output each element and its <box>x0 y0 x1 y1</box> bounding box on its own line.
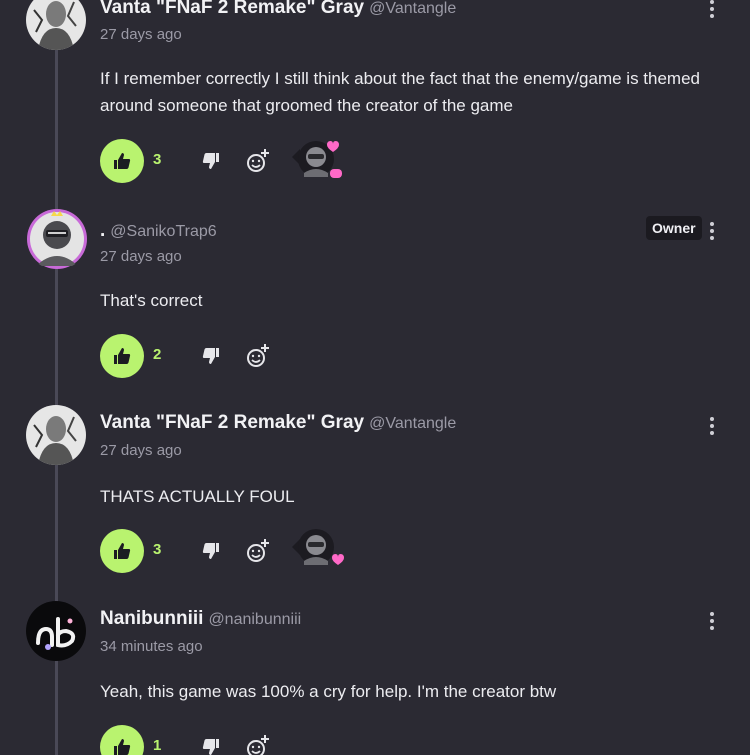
comment-text: If I remember correctly I still think ab… <box>100 69 700 115</box>
comment-actions: 1 <box>100 725 400 755</box>
comment-text: THATS ACTUALLY FOUL <box>100 487 295 506</box>
comment-actions: 3 <box>100 139 400 183</box>
dislike-button[interactable] <box>200 149 222 173</box>
add-reaction-icon <box>247 344 269 367</box>
avatar[interactable] <box>26 208 88 270</box>
comment-actions: 2 <box>100 334 400 378</box>
comment-text: Yeah, this game was 100% a cry for help.… <box>100 682 557 701</box>
kebab-menu-icon <box>710 612 714 616</box>
more-options-button[interactable] <box>700 217 724 245</box>
like-button[interactable] <box>100 725 144 755</box>
add-reaction-button[interactable] <box>246 538 270 564</box>
dislike-button[interactable] <box>200 344 222 368</box>
thumbs-up-icon <box>114 348 131 364</box>
like-count: 3 <box>153 541 162 558</box>
timestamp[interactable]: 27 days ago <box>100 26 182 43</box>
chat-bubble-icon <box>330 169 342 178</box>
thumbs-down-icon <box>202 543 219 559</box>
comment-header: . @SanikoTrap6 <box>100 220 217 242</box>
thumbs-up-icon <box>114 543 131 559</box>
like-count: 3 <box>153 151 162 168</box>
add-reaction-button[interactable] <box>246 148 270 174</box>
display-name[interactable]: Vanta "FNaF 2 Remake" Gray <box>100 0 364 19</box>
user-handle[interactable]: @Vantangle <box>369 0 456 18</box>
like-count: 2 <box>153 346 162 363</box>
reaction-avatar[interactable] <box>286 135 346 181</box>
add-reaction-icon <box>247 149 269 172</box>
thumbs-down-icon <box>202 348 219 364</box>
user-handle[interactable]: @Vantangle <box>369 415 456 433</box>
like-count: 1 <box>153 737 162 754</box>
more-options-button[interactable] <box>700 0 724 23</box>
dislike-button[interactable] <box>200 735 222 755</box>
display-name[interactable]: Nanibunniii <box>100 608 203 630</box>
like-button[interactable] <box>100 139 144 183</box>
timestamp[interactable]: 34 minutes ago <box>100 638 203 655</box>
thumbs-down-icon <box>202 739 219 755</box>
comment-text: That's correct <box>100 291 203 310</box>
user-handle[interactable]: @nanibunniii <box>208 611 301 629</box>
timestamp[interactable]: 27 days ago <box>100 442 182 459</box>
kebab-menu-icon <box>710 222 714 226</box>
kebab-menu-icon <box>710 417 714 421</box>
thumbs-down-icon <box>202 153 219 169</box>
display-name[interactable]: Vanta "FNaF 2 Remake" Gray <box>100 412 364 434</box>
add-reaction-button[interactable] <box>246 734 270 755</box>
comment-header: Vanta "FNaF 2 Remake" Gray @Vantangle <box>100 412 456 434</box>
owner-badge: Owner <box>646 216 702 240</box>
like-button[interactable] <box>100 334 144 378</box>
add-reaction-button[interactable] <box>246 343 270 369</box>
more-options-button[interactable] <box>700 607 724 635</box>
dislike-button[interactable] <box>200 539 222 563</box>
avatar[interactable] <box>26 0 86 50</box>
comment-header: Nanibunniii @nanibunniii <box>100 608 301 630</box>
user-handle[interactable]: @SanikoTrap6 <box>110 223 216 241</box>
thumbs-up-icon <box>114 739 131 755</box>
add-reaction-icon <box>247 539 269 562</box>
reaction-avatar[interactable] <box>286 525 346 571</box>
comment-header: Vanta "FNaF 2 Remake" Gray @Vantangle <box>100 0 456 19</box>
avatar[interactable] <box>26 405 86 465</box>
heart-icon <box>332 554 344 565</box>
timestamp[interactable]: 27 days ago <box>100 248 182 265</box>
comment-actions: 3 <box>100 529 400 573</box>
add-reaction-icon <box>247 735 269 755</box>
like-button[interactable] <box>100 529 144 573</box>
comment-thread: Vanta "FNaF 2 Remake" Gray @Vantangle 27… <box>0 0 750 755</box>
thumbs-up-icon <box>114 153 131 169</box>
kebab-menu-icon <box>710 0 714 4</box>
avatar[interactable] <box>26 601 86 661</box>
display-name[interactable]: . <box>100 220 105 242</box>
more-options-button[interactable] <box>700 412 724 440</box>
